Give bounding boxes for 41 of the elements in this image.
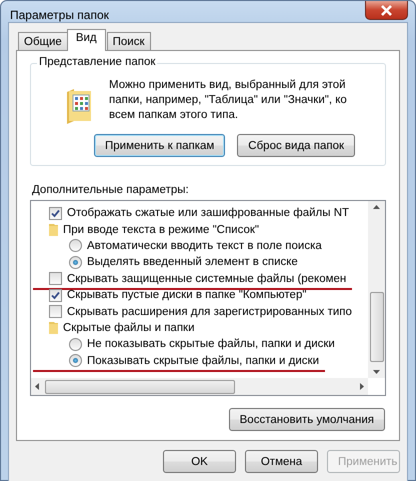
folder-view-button[interactable]: Сброс вида папок	[237, 134, 356, 157]
radio-button[interactable]	[69, 256, 82, 269]
window-title: Параметры папок	[9, 7, 109, 22]
folder-icon	[49, 321, 58, 334]
scroll-left-arrow-icon[interactable]	[35, 383, 39, 390]
option-label: Скрывать защищенные системные файлы (рекомен	[67, 272, 346, 285]
checkbox[interactable]	[49, 305, 62, 318]
option-label: Выделять введенный элемент в списке	[87, 256, 298, 268]
scroll-right-arrow-icon[interactable]	[360, 383, 364, 390]
folder-view-icon	[65, 88, 93, 124]
description-text: Можно применить вид, выбранный для этой папки, например, "Таблица" или "Значки", ко всем папкам этого типа.	[109, 78, 348, 123]
tab[interactable]: Поиск	[106, 32, 151, 50]
scroll-up-arrow-icon[interactable]	[373, 205, 380, 209]
dialog-button[interactable]: OK	[163, 450, 236, 473]
option-label: Скрывать расширения для зарегистрированных типо	[67, 306, 352, 318]
tab[interactable]: Общие	[18, 32, 68, 50]
option-label: Автоматически вводить текст в поле поиска	[87, 240, 322, 252]
option-label: Скрытые файлы и папки	[63, 322, 194, 334]
close-button[interactable]	[365, 1, 408, 20]
vertical-scrollbar[interactable]	[368, 201, 385, 378]
option-label: Отображать сжатые или зашифрованные файлы NT	[67, 207, 350, 220]
horizontal-scrollbar[interactable]	[31, 378, 368, 395]
tab[interactable]: Вид	[66, 29, 106, 51]
dialog-button[interactable]: Отмена	[245, 450, 318, 473]
folder-view-button[interactable]: Применить к папкам	[94, 134, 226, 157]
checkbox[interactable]	[49, 206, 62, 220]
radio-button[interactable]	[69, 338, 82, 351]
close-icon	[380, 4, 393, 16]
option-label: При вводе текста в режиме "Список"	[63, 224, 259, 236]
radio-button[interactable]	[69, 239, 82, 252]
section-label: Дополнительные параметры:	[32, 184, 190, 196]
radio-button[interactable]	[69, 354, 82, 368]
option-label: Не показывать скрытые файлы, папки и диски	[87, 338, 335, 350]
option-label: Скрывать пустые диски в папке "Компьютер"	[67, 289, 306, 302]
checkbox[interactable]	[49, 272, 62, 286]
restore-defaults-button[interactable]: Восстановить умолчания	[228, 408, 385, 431]
scroll-down-arrow-icon[interactable]	[373, 370, 380, 374]
group-title: Представление папок	[37, 56, 158, 68]
option-label: Показывать скрытые файлы, папки и диски	[87, 354, 319, 367]
folder-icon	[49, 223, 58, 236]
checkbox[interactable]	[49, 288, 62, 302]
